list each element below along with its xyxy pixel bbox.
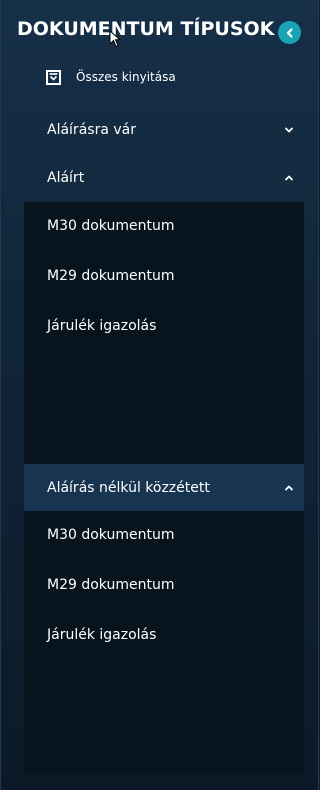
- section-signed[interactable]: Aláírt: [24, 154, 304, 202]
- section-label: Aláírt: [47, 170, 85, 186]
- collapse-panel-button[interactable]: [278, 21, 301, 44]
- expand-all-label: Összes kinyitása: [76, 70, 176, 84]
- section-published-list: M30 dokumentum M29 dokumentum Járulék ig…: [24, 511, 304, 773]
- document-types-panel: DOKUMENTUM TÍPUSOK Összes kinyitása Aláí…: [0, 0, 319, 790]
- list-item-contribution-certificate[interactable]: Járulék igazolás: [47, 627, 156, 643]
- section-awaiting-signature[interactable]: Aláírásra vár: [24, 106, 304, 154]
- chevron-left-icon: [286, 27, 293, 38]
- panel-title: DOKUMENTUM TÍPUSOK: [17, 18, 275, 40]
- section-published-without-signature[interactable]: Aláírás nélkül közzétett: [24, 464, 304, 511]
- section-signed-list: M30 dokumentum M29 dokumentum Járulék ig…: [24, 202, 304, 464]
- list-item-m30[interactable]: M30 dokumentum: [47, 527, 174, 543]
- list-item-m30[interactable]: M30 dokumentum: [47, 218, 174, 234]
- section-label: Aláírásra vár: [47, 122, 136, 138]
- section-label: Aláírás nélkül közzétett: [47, 479, 210, 496]
- list-item-contribution-certificate[interactable]: Járulék igazolás: [47, 318, 156, 334]
- list-item-m29[interactable]: M29 dokumentum: [47, 577, 174, 593]
- chevron-up-icon: [285, 485, 293, 490]
- chevron-up-icon: [285, 175, 293, 181]
- expand-all-button[interactable]: Összes kinyitása: [46, 66, 176, 88]
- expand-all-icon: [46, 69, 61, 85]
- chevron-down-icon: [285, 127, 293, 133]
- mouse-cursor-icon: [109, 30, 121, 48]
- panel-header: DOKUMENTUM TÍPUSOK: [1, 0, 318, 62]
- list-item-m29[interactable]: M29 dokumentum: [47, 268, 174, 284]
